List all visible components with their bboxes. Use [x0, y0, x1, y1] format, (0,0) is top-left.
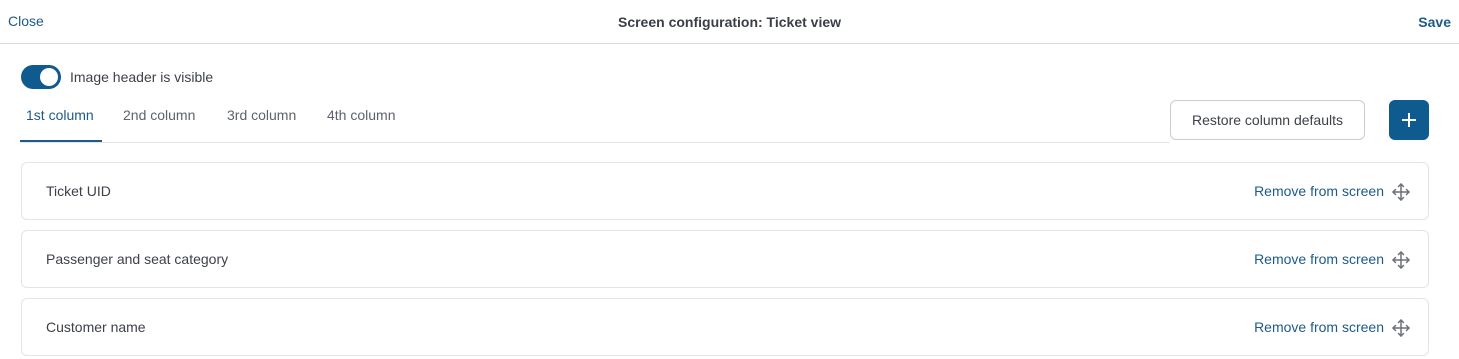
- image-header-toggle-label: Image header is visible: [70, 69, 214, 85]
- column-tabs: 1st column 2nd column 3rd column 4th col…: [20, 100, 1170, 143]
- field-card-customer-name: Customer name Remove from screen: [21, 298, 1429, 356]
- field-label: Customer name: [46, 319, 146, 335]
- image-header-toggle-row: Image header is visible: [21, 64, 213, 90]
- tab-4th-column[interactable]: 4th column: [327, 107, 395, 123]
- add-field-button[interactable]: [1389, 100, 1429, 140]
- remove-from-screen-link[interactable]: Remove from screen: [1254, 183, 1384, 199]
- field-card-ticket-uid: Ticket UID Remove from screen: [21, 162, 1429, 220]
- tab-3rd-column[interactable]: 3rd column: [227, 107, 296, 123]
- move-icon[interactable]: [1391, 250, 1411, 270]
- move-icon[interactable]: [1391, 318, 1411, 338]
- tab-2nd-column[interactable]: 2nd column: [123, 107, 195, 123]
- tab-1st-column[interactable]: 1st column: [26, 107, 94, 123]
- field-label: Ticket UID: [46, 183, 111, 199]
- remove-from-screen-link[interactable]: Remove from screen: [1254, 251, 1384, 267]
- image-header-toggle[interactable]: [21, 65, 61, 89]
- page-title: Screen configuration: Ticket view: [617, 14, 842, 30]
- remove-from-screen-link[interactable]: Remove from screen: [1254, 319, 1384, 335]
- restore-column-defaults-button[interactable]: Restore column defaults: [1170, 100, 1365, 140]
- top-bar: Close Screen configuration: Ticket view …: [0, 0, 1459, 44]
- save-link[interactable]: Save: [1418, 14, 1451, 30]
- active-tab-indicator: [20, 140, 102, 142]
- toggle-knob: [40, 68, 58, 86]
- field-card-passenger-seat-category: Passenger and seat category Remove from …: [21, 230, 1429, 288]
- field-label: Passenger and seat category: [46, 251, 229, 267]
- move-icon[interactable]: [1391, 182, 1411, 202]
